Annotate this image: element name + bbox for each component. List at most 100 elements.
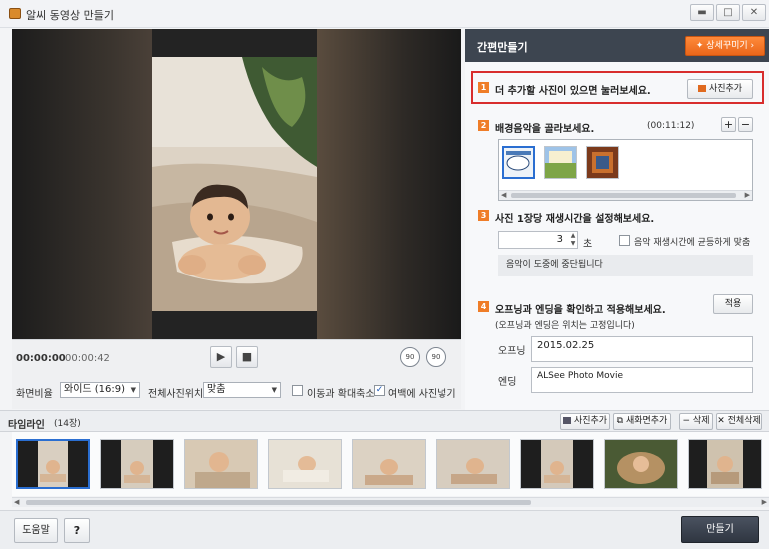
timeline-thumb-6-image — [437, 440, 509, 488]
panel-title: 간편만들기 — [477, 41, 528, 54]
delete-all-button[interactable]: ✕ 전체삭제 — [716, 413, 762, 430]
rotate-left-button[interactable]: 90 — [400, 347, 420, 367]
timeline-thumb-5[interactable] — [352, 439, 426, 489]
help-button[interactable]: 도움말 — [14, 518, 58, 543]
timeline-add-photo-label: 사진추가 — [573, 416, 608, 426]
scroll-right-icon: ▶ — [761, 498, 767, 506]
video-preview — [12, 29, 461, 339]
delete-label: 삭제 — [692, 416, 710, 426]
margin-fill-checkbox[interactable]: ✓ — [374, 385, 385, 396]
timeline-scroll-thumb[interactable] — [26, 500, 531, 505]
music-list-scrollbar[interactable]: ◀ ▶ — [499, 190, 752, 200]
step4-title: 오프닝과 엔딩을 확인하고 적용해보세요. — [495, 305, 666, 316]
aspect-ratio-select[interactable]: 와이드 (16:9) ▼ — [60, 382, 140, 398]
scroll-right-icon: ▶ — [744, 191, 750, 199]
music-thumb-1[interactable] — [502, 146, 535, 179]
timeline-thumb-3-image — [185, 440, 257, 488]
timeline-header: 타임라인 (14장) 사진추가 ⧉ 새화면추가 − 삭제 ✕ 전체삭제 — [0, 410, 769, 432]
timeline-thumb-9[interactable] — [688, 439, 762, 489]
fit-to-music-label: 음악 재생시간에 균등하게 맞춤 — [634, 238, 751, 248]
timeline-strip — [12, 432, 769, 496]
window-title: 알씨 동영상 만들기 — [26, 9, 114, 22]
rotate-right-icon: 90 — [431, 353, 441, 361]
opening-input[interactable]: 2015.02.25 — [531, 336, 753, 362]
stop-icon: ■ — [241, 350, 253, 363]
move-zoom-label: 이동과 확대축소 — [307, 389, 375, 400]
photo-position-label: 전체사진위치 — [148, 389, 204, 400]
seconds-spinner[interactable]: ▲ ▼ — [569, 232, 577, 248]
footer-bar: 도움말 ? — [0, 510, 769, 549]
question-button[interactable]: ? — [64, 518, 90, 543]
scroll-left-icon: ◀ — [501, 191, 507, 199]
new-screen-icon: ⧉ — [616, 416, 626, 426]
minimize-button[interactable]: ▬ — [690, 4, 714, 21]
timeline-thumb-4[interactable] — [268, 439, 342, 489]
delete-button[interactable]: − 삭제 — [679, 413, 713, 430]
add-photo-button[interactable]: 사진추가 — [687, 79, 753, 99]
music-thumb-2-image — [545, 147, 576, 178]
maximize-button[interactable]: □ — [716, 4, 740, 21]
player-controls: 00:00:00 00:00:42 ▶ ■ 90 90 화면비율 와이드 (16… — [12, 339, 461, 409]
add-photo-label: 사진추가 — [708, 84, 743, 94]
title-bar: 알씨 동영상 만들기 ▬ □ ✕ — [0, 0, 769, 28]
seconds-value: 3 — [556, 234, 563, 245]
timeline-thumb-6[interactable] — [436, 439, 510, 489]
photo-position-value: 맞춤 — [207, 384, 226, 395]
baby-photo-image — [152, 57, 317, 311]
seconds-per-photo-input[interactable]: 3 — [498, 231, 578, 249]
play-icon: ▶ — [216, 350, 226, 363]
stop-button[interactable]: ■ — [236, 346, 258, 368]
music-scroll-thumb[interactable] — [511, 193, 736, 198]
chevron-down-icon: ▼ — [130, 386, 136, 394]
seconds-unit: 초 — [583, 239, 593, 250]
timeline-thumb-8-image — [605, 440, 677, 488]
play-button[interactable]: ▶ — [210, 346, 232, 368]
aspect-ratio-value: 와이드 (16:9) — [64, 384, 126, 395]
music-thumb-2[interactable] — [544, 146, 577, 179]
rotate-left-icon: 90 — [405, 353, 415, 361]
new-screen-button[interactable]: ⧉ 새화면추가 — [613, 413, 671, 430]
fit-to-music-checkbox[interactable] — [619, 235, 630, 246]
timeline-thumb-2[interactable] — [100, 439, 174, 489]
minus-icon: − — [682, 416, 693, 426]
apply-button[interactable]: 적용 — [713, 294, 753, 314]
photo-icon — [562, 417, 571, 424]
timeline-thumb-7-image — [521, 440, 593, 488]
minus-icon: − — [740, 118, 751, 131]
timeline-add-photo-button[interactable]: 사진추가 — [560, 413, 610, 430]
music-thumb-3[interactable] — [586, 146, 619, 179]
close-button[interactable]: ✕ — [742, 4, 766, 21]
total-time: 00:00:42 — [65, 353, 110, 364]
remove-music-button[interactable]: − — [738, 117, 753, 132]
scroll-left-icon: ◀ — [14, 498, 20, 506]
timeline-thumb-1[interactable] — [16, 439, 90, 489]
music-thumb-1-image — [504, 148, 533, 177]
move-zoom-checkbox[interactable] — [292, 385, 303, 396]
opening-label: 오프닝 — [498, 346, 526, 357]
timeline-scrollbar[interactable]: ◀ ▶ — [12, 497, 769, 507]
add-music-button[interactable]: + — [721, 117, 736, 132]
detail-decorate-label: 상세꾸미기 — [706, 41, 748, 51]
timeline-thumb-8[interactable] — [604, 439, 678, 489]
new-screen-label: 새화면추가 — [625, 416, 668, 426]
step2-title: 배경음악을 골라보세요. — [495, 124, 595, 135]
timeline-thumb-3[interactable] — [184, 439, 258, 489]
timeline-thumb-1-image — [18, 441, 88, 487]
rotate-right-button[interactable]: 90 — [426, 347, 446, 367]
step4-badge: 4 — [478, 301, 489, 312]
ending-input[interactable]: ALSee Photo Movie — [531, 367, 753, 393]
chevron-right-icon: › — [750, 41, 755, 51]
step1-title: 더 추가할 사진이 있으면 눌러보세요. — [495, 86, 651, 97]
aspect-ratio-label: 화면비율 — [16, 389, 53, 400]
spin-up-icon: ▲ — [570, 232, 576, 239]
timeline-count: (14장) — [54, 419, 81, 429]
detail-decorate-button[interactable]: ✦ 상세꾸미기 › — [685, 36, 765, 56]
close-icon: ✕ — [717, 416, 728, 426]
preview-blur-right — [317, 29, 461, 339]
timeline-thumb-9-image — [689, 440, 761, 488]
preview-photo — [152, 57, 317, 311]
timeline-thumb-7[interactable] — [520, 439, 594, 489]
photo-position-select[interactable]: 맞춤 ▼ — [203, 382, 281, 398]
timeline-label: 타임라인 — [8, 420, 45, 431]
make-button[interactable]: 만들기 — [681, 516, 759, 543]
